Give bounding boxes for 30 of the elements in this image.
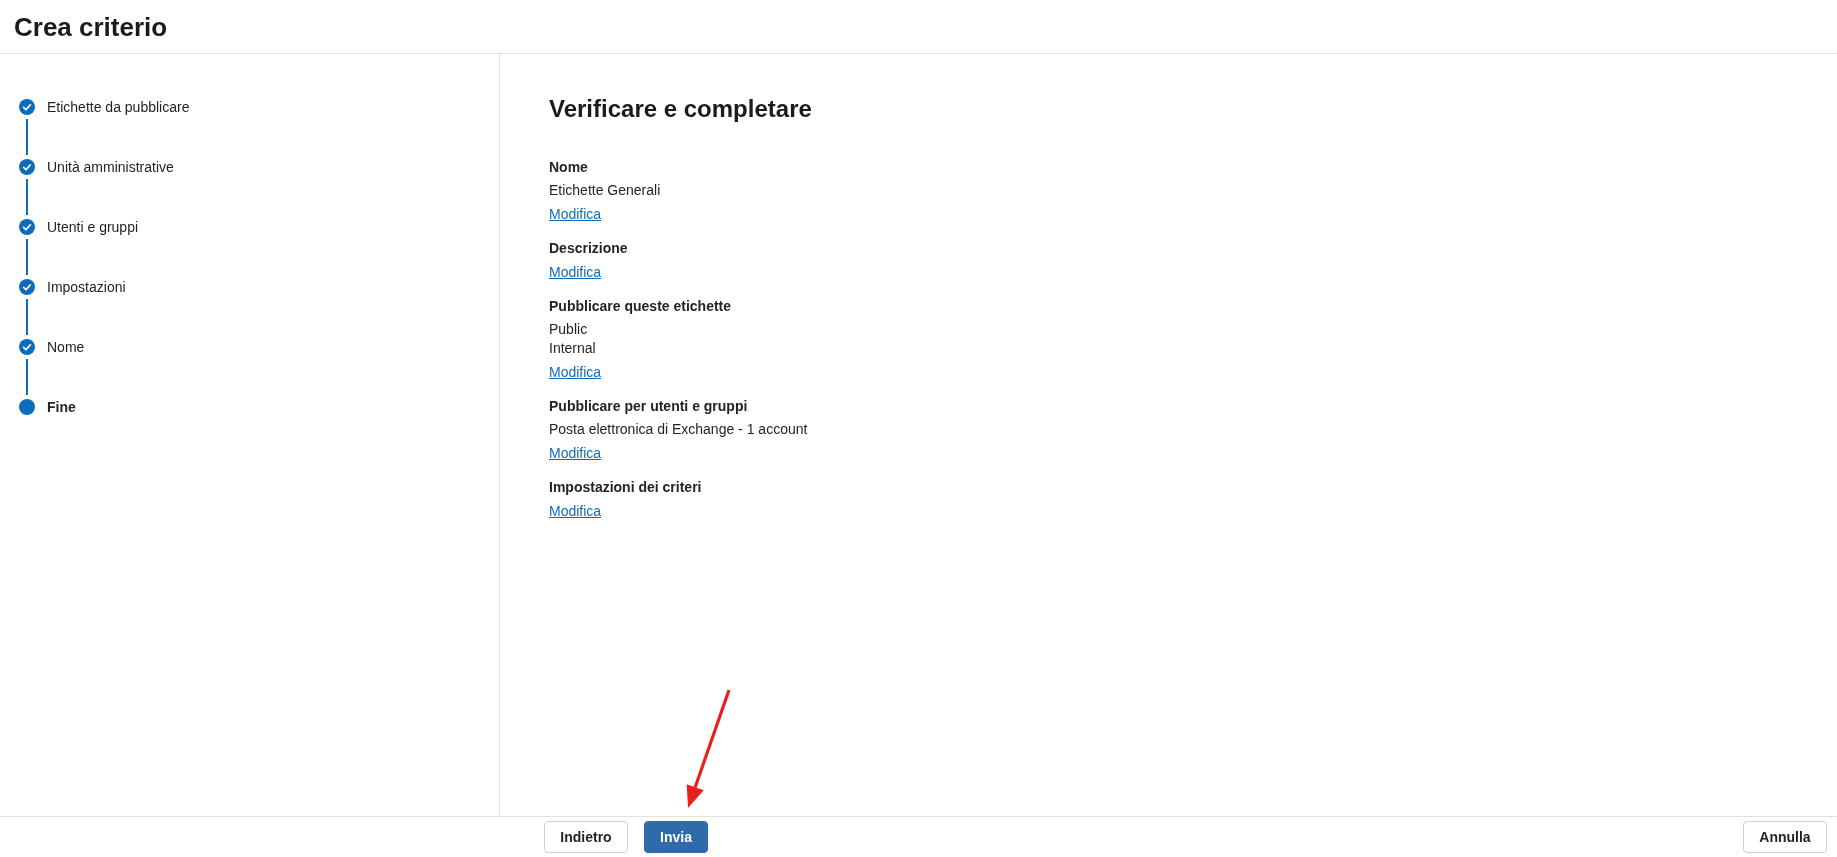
wizard-step[interactable]: Nome [19,339,85,355]
step-connector [26,179,28,215]
wizard-step[interactable]: Etichette da pubblicare [19,99,190,115]
wizard-step[interactable]: Fine [19,399,76,415]
section-value: Internal [549,339,596,358]
page-title: Crea criterio [14,10,168,44]
wizard-step[interactable]: Impostazioni [19,279,126,295]
section-label: Pubblicare queste etichette [549,297,732,316]
section-value: Posta elettronica di Exchange - 1 account [549,420,808,439]
section-value: Public [549,320,589,339]
step-connector [26,239,28,275]
secondary-button[interactable]: Annulla [1743,821,1827,853]
secondary-button[interactable]: Indietro [544,821,628,853]
section-label: Nome [549,158,588,177]
edit-link[interactable]: Modifica [549,264,602,280]
edit-link[interactable]: Modifica [549,364,602,380]
edit-link[interactable]: Modifica [549,206,602,222]
wizard-step[interactable]: Utenti e gruppi [19,219,139,235]
edit-link[interactable]: Modifica [549,445,602,461]
step-connector [26,299,28,335]
edit-link[interactable]: Modifica [549,503,602,519]
review-heading: Verificare e completare [549,94,812,124]
section-label: Pubblicare per utenti e gruppi [549,397,748,416]
primary-button[interactable]: Invia [644,821,708,853]
section-label: Descrizione [549,239,628,258]
wizard-step[interactable]: Unità amministrative [19,159,174,175]
step-connector [26,359,28,395]
section-value: Etichette Generali [549,181,661,200]
section-label: Impostazioni dei criteri [549,478,702,497]
step-connector [26,119,28,155]
